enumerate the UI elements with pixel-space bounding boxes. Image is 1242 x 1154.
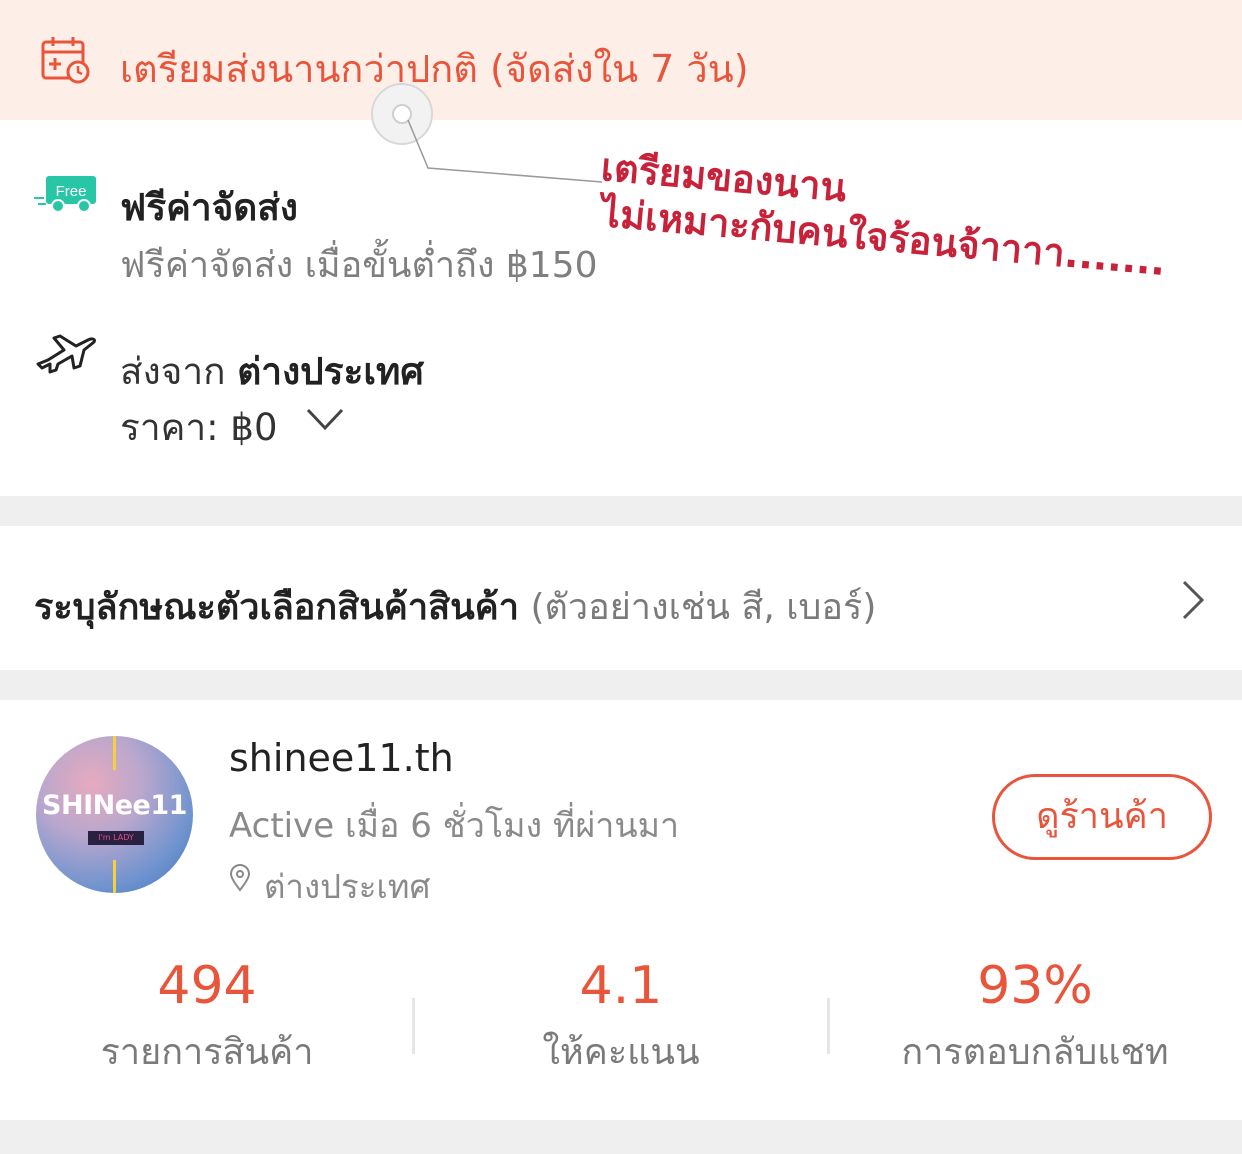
variant-selector-row[interactable]: ระบุลักษณะตัวเลือกสินค้าสินค้า (ตัวอย่าง… bbox=[0, 526, 1242, 670]
avatar-logo-text: SHINee11 bbox=[42, 790, 187, 821]
airplane-icon bbox=[36, 334, 96, 374]
calendar-icon bbox=[41, 37, 90, 84]
section-divider bbox=[0, 1120, 1242, 1154]
stat-label: รายการสินค้า bbox=[100, 1032, 314, 1073]
ship-from-label: ส่งจาก bbox=[120, 350, 226, 393]
shipping-delay-banner: เตรียมส่งนานกว่าปกติ (จัดส่งใน 7 วัน) bbox=[0, 0, 1242, 120]
variant-hint: (ตัวอย่างเช่น สี, เบอร์) bbox=[530, 587, 877, 628]
stat-label: การตอบกลับแชท bbox=[901, 1032, 1169, 1073]
location-pin-icon bbox=[229, 864, 251, 892]
chevron-down-icon[interactable] bbox=[304, 402, 346, 434]
shipping-price[interactable]: ราคา: ฿0 bbox=[120, 398, 278, 457]
chevron-right-icon bbox=[1182, 580, 1205, 620]
view-shop-button[interactable]: ดูร้านค้า bbox=[992, 774, 1212, 860]
shop-card: SHINee11 I'm LADY shinee11.th Active เมื… bbox=[0, 700, 1242, 1120]
shop-name[interactable]: shinee11.th bbox=[229, 736, 454, 780]
stat-label: ให้คะแนน bbox=[542, 1032, 700, 1073]
section-divider bbox=[0, 496, 1242, 526]
ship-from-line: ส่งจาก ต่างประเทศ bbox=[120, 342, 424, 401]
free-shipping-condition: ฟรีค่าจัดส่ง เมื่อขั้นต่ำถึง ฿150 bbox=[120, 245, 598, 286]
avatar-tag: I'm LADY bbox=[88, 831, 144, 845]
avatar-stripe bbox=[113, 736, 116, 770]
shop-active-status: Active เมื่อ 6 ชั่วโมง ที่ผ่านมา bbox=[229, 806, 680, 846]
stat-value: 4.1 bbox=[579, 956, 663, 1016]
stat-value: 93% bbox=[977, 956, 1093, 1016]
ship-from-value: ต่างประเทศ bbox=[237, 350, 424, 393]
annotation-note: เตรียมของนาน ไม่เหมาะกับคนใจร้อนจ้าาาา..… bbox=[599, 136, 1167, 296]
section-divider bbox=[0, 670, 1242, 700]
avatar-stripe bbox=[113, 860, 116, 893]
variant-title: ระบุลักษณะตัวเลือกสินค้าสินค้า bbox=[34, 587, 519, 628]
variant-selector-text: ระบุลักษณะตัวเลือกสินค้าสินค้า (ตัวอย่าง… bbox=[34, 578, 876, 635]
annotation-line-2: ไม่เหมาะกับคนใจร้อนจ้าาาา....... bbox=[599, 190, 1168, 285]
stat-chat-response: 93% การตอบกลับแชท bbox=[828, 954, 1242, 1078]
free-shipping-truck-icon: Free bbox=[34, 176, 96, 213]
shop-avatar[interactable]: SHINee11 I'm LADY bbox=[36, 736, 193, 893]
free-shipping-title: ฟรีค่าจัดส่ง bbox=[120, 186, 298, 229]
shop-location: ต่างประเทศ bbox=[264, 867, 431, 906]
stat-value: 494 bbox=[157, 956, 257, 1016]
free-badge-text: Free bbox=[56, 183, 87, 200]
stat-rating: 4.1 ให้คะแนน bbox=[414, 954, 828, 1078]
stat-products: 494 รายการสินค้า bbox=[0, 954, 414, 1078]
annotation-pointer bbox=[371, 83, 603, 183]
